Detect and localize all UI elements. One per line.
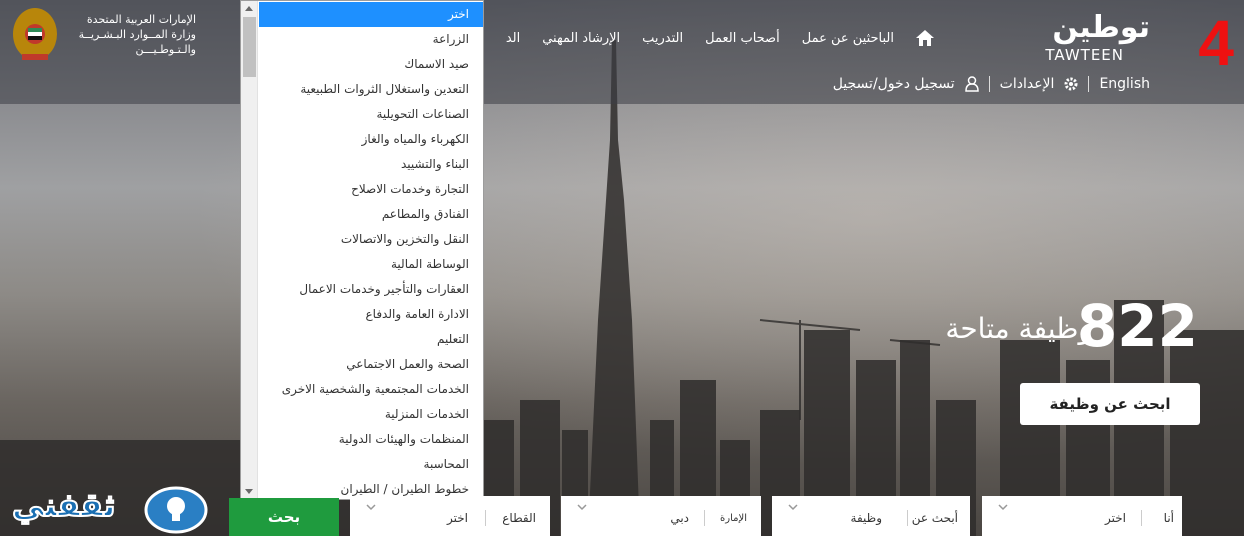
gear-icon[interactable] — [1064, 77, 1078, 91]
dropdown-option[interactable]: النقل والتخزين والاتصالات — [259, 227, 483, 252]
ministry-line-1: الإمارات العربية المتحدة — [86, 13, 196, 26]
ministry-line-3: والـتـوطـيـــن — [135, 43, 196, 56]
search-for-value: وظيفة — [850, 511, 882, 525]
emirate-value: دبي — [670, 511, 689, 525]
badge-number: 4 — [1198, 7, 1234, 79]
job-count: 822 — [1076, 292, 1198, 360]
watermark-text: ثقفني — [11, 485, 117, 525]
dropdown-option[interactable]: المنظمات والهيئات الدولية — [259, 427, 483, 452]
dropdown-option[interactable]: الكهرباء والمياه والغاز — [259, 127, 483, 152]
chevron-down-icon — [577, 504, 587, 511]
sector-select[interactable]: القطاع اختر — [350, 496, 550, 536]
dropdown-option[interactable]: الصناعات التحويلية — [259, 102, 483, 127]
user-icon[interactable] — [964, 76, 979, 92]
dropdown-option[interactable]: صيد الاسماك — [259, 52, 483, 77]
logo-english: TAWTEEN — [1045, 46, 1124, 64]
emirate-label: الإمارة — [720, 513, 747, 524]
dropdown-option[interactable]: البناء والتشييد — [259, 152, 483, 177]
i-am-select[interactable]: أنا اختر — [982, 496, 1182, 536]
sector-label: القطاع — [502, 511, 536, 525]
dropdown-option[interactable]: التعليم — [259, 327, 483, 352]
lightbulb-cloud-icon — [144, 486, 208, 534]
nav-job-seekers[interactable]: الباحثين عن عمل — [802, 31, 894, 46]
divider — [988, 76, 990, 92]
settings-link[interactable]: الإعدادات — [1000, 76, 1055, 92]
chevron-down-icon — [366, 504, 376, 511]
scrollbar-thumb[interactable] — [243, 17, 256, 77]
divider — [907, 510, 908, 526]
dropdown-option[interactable]: الزراعة — [259, 27, 483, 52]
divider — [1088, 76, 1090, 92]
dropdown-option[interactable]: الوساطة المالية — [259, 252, 483, 277]
uae-emblem-icon — [13, 8, 57, 60]
ministry-name: الإمارات العربية المتحدة وزارة المــوارد… — [66, 12, 196, 57]
dropdown-option[interactable]: الفنادق والمطاعم — [259, 202, 483, 227]
chevron-down-icon — [998, 504, 1008, 511]
sub-nav: English الإعدادات تسجيل دخول/تسجيل — [833, 76, 1150, 92]
sector-value: اختر — [447, 511, 468, 525]
dropdown-option[interactable]: الخدمات المنزلية — [259, 402, 483, 427]
nav-more[interactable]: الد — [506, 31, 520, 46]
i-am-value: اختر — [1105, 511, 1126, 525]
divider — [485, 510, 486, 526]
dropdown-option[interactable]: العقارات والتأجير وخدمات الاعمال — [259, 277, 483, 302]
search-for-select[interactable]: أبحث عن وظيفة — [772, 496, 970, 536]
search-button[interactable]: بحث — [229, 498, 339, 536]
language-link[interactable]: English — [1099, 76, 1150, 92]
scrollbar[interactable] — [241, 1, 258, 499]
nav-employers[interactable]: أصحاب العمل — [705, 31, 780, 46]
dropdown-option[interactable]: الخدمات المجتمعية والشخصية الاخرى — [259, 377, 483, 402]
nav-career-guidance[interactable]: الإرشاد المهني — [542, 31, 620, 46]
thaqafni-watermark: ثقفني — [8, 478, 208, 536]
chevron-down-icon — [788, 504, 798, 511]
search-job-button[interactable]: ابحث عن وظيفة — [1020, 383, 1200, 425]
search-for-label: أبحث عن — [911, 511, 958, 525]
home-icon[interactable] — [916, 30, 934, 46]
dropdown-option[interactable]: التجارة وخدمات الاصلاح — [259, 177, 483, 202]
i-am-label: أنا — [1163, 511, 1174, 525]
dropdown-options: اختر الزراعة صيد الاسماك التعدين واستغلال ا… — [259, 2, 483, 499]
ministry-line-2: وزارة المــوارد البـشـريــة — [78, 28, 196, 41]
login-link[interactable]: تسجيل دخول/تسجيل — [833, 76, 955, 92]
tawteen-logo[interactable]: توطين TAWTEEN — [1040, 10, 1150, 66]
logo-arabic: توطين — [1052, 10, 1150, 45]
divider — [704, 510, 705, 526]
scroll-down-icon[interactable] — [245, 489, 253, 494]
dropdown-option[interactable]: اختر — [259, 2, 483, 27]
dropdown-option[interactable]: التعدين واستغلال الثروات الطبيعية — [259, 77, 483, 102]
dropdown-option[interactable]: الصحة والعمل الاجتماعي — [259, 352, 483, 377]
scroll-up-icon[interactable] — [245, 6, 253, 11]
sector-dropdown-list[interactable]: اختر الزراعة صيد الاسماك التعدين واستغلال ا… — [240, 0, 484, 500]
dropdown-option[interactable]: الادارة العامة والدفاع — [259, 302, 483, 327]
main-nav: الباحثين عن عمل أصحاب العمل التدريب الإر… — [506, 30, 934, 46]
divider — [1141, 510, 1142, 526]
dropdown-option[interactable]: المحاسبة — [259, 452, 483, 477]
nav-training[interactable]: التدريب — [642, 31, 683, 46]
job-count-label: وظيفة متاحة — [945, 312, 1092, 345]
emirate-select[interactable]: الإمارة دبي — [561, 496, 761, 536]
